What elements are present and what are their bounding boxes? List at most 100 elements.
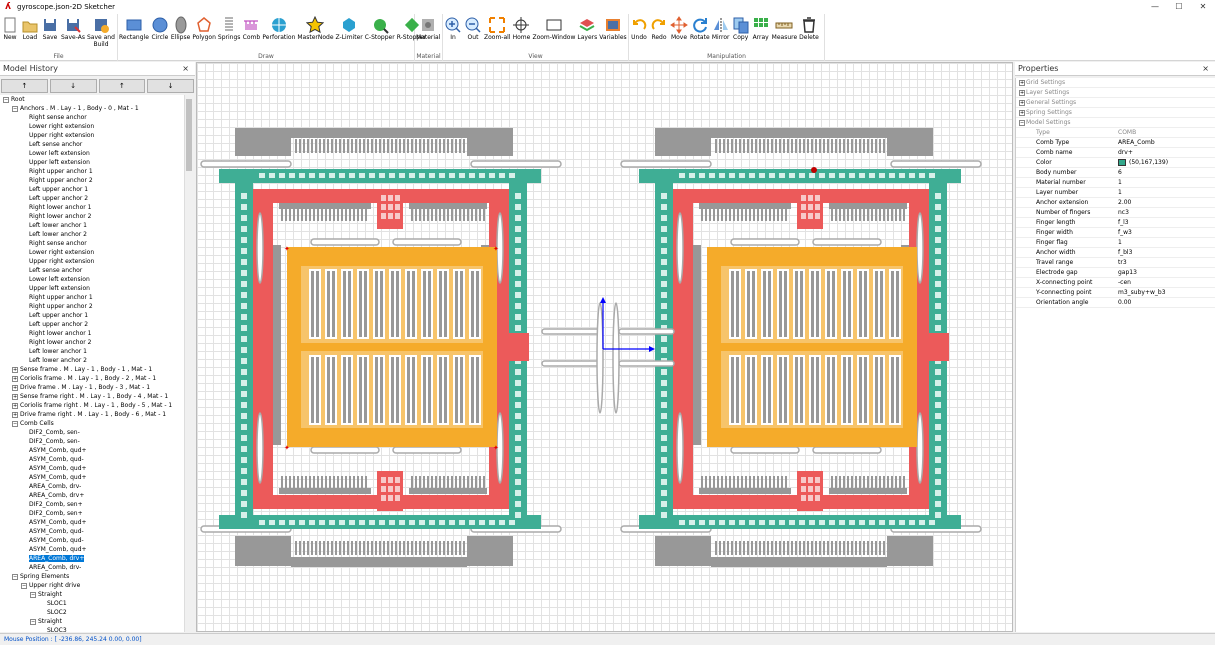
property-value[interactable]: 1 [1118,238,1122,248]
tree-item[interactable]: Left lower anchor 2 [29,356,87,365]
tree-item[interactable]: Right upper anchor 2 [29,176,93,185]
property-value[interactable]: f_l3 [1118,218,1129,228]
save-as-button[interactable]: Save-As [60,16,86,48]
ellipse-button[interactable]: Ellipse [170,16,191,41]
c-stopper-button[interactable]: C-Stopper [364,16,396,41]
tree-item[interactable]: Right lower anchor 1 [29,329,91,338]
tree-item[interactable]: Left lower anchor 1 [29,221,87,230]
tree-item[interactable]: Right upper anchor 1 [29,167,93,176]
property-value[interactable]: m3_suby+w_b3 [1118,288,1166,298]
rotate-button[interactable]: Rotate [689,16,711,41]
expand-icon[interactable]: + [12,375,18,382]
expand-icon[interactable]: + [1019,80,1025,86]
property-row[interactable]: Comb Type AREA_Comb [1016,138,1215,148]
tree-item[interactable]: Right sense anchor [29,239,87,248]
scrollbar-thumb[interactable] [186,99,192,171]
minimize-icon[interactable]: — [1143,0,1167,14]
property-value[interactable]: 6 [1118,168,1122,178]
property-value[interactable]: f_bl3 [1118,248,1132,258]
tree-item[interactable]: DIF2_Comb, sen- [29,437,80,446]
collapse-icon[interactable]: − [3,96,9,103]
tree-item[interactable]: ASYM_Comb, qud+ [29,464,87,473]
tree-item[interactable]: AREA_Comb, drv- [29,482,81,491]
tree-item[interactable]: + Coriolis frame right . M . Lay - 1 , Bo… [12,401,172,410]
move-up-button[interactable]: ↑ [98,79,146,93]
tree-item[interactable]: ASYM_Comb, qud+ [29,518,87,527]
expand-icon[interactable]: + [1019,100,1025,106]
property-row[interactable]: Travel range tr3 [1016,258,1215,268]
property-category[interactable]: + General Settings [1016,98,1215,108]
tree-item[interactable]: Upper left extension [29,284,90,293]
tree-item[interactable]: − Upper right drive [21,581,80,590]
in-button[interactable]: In [443,16,463,41]
tree-item[interactable]: AREA_Comb, drv+ [29,554,85,563]
property-value[interactable]: 0.00 [1118,298,1131,308]
property-value[interactable]: (50,167,139) [1118,158,1168,168]
property-category[interactable]: − Model Settings [1016,118,1215,128]
move-up-button[interactable]: ↑ [1,79,48,93]
tree-item[interactable]: + Sense frame . M . Lay - 1 , Body - 1 , … [12,365,152,374]
out-button[interactable]: Out [463,16,483,41]
expand-icon[interactable]: + [12,366,18,373]
tree-item[interactable]: + Sense frame right . M . Lay - 1 , Body … [12,392,168,401]
tree-item[interactable]: ASYM_Comb, qud- [29,455,84,464]
polygon-button[interactable]: Polygon [191,16,217,41]
property-category[interactable]: + Layer Settings [1016,88,1215,98]
tree-item[interactable]: ASYM_Comb, qud- [29,536,84,545]
tree-item[interactable]: Upper left extension [29,158,90,167]
collapse-icon[interactable]: − [12,420,18,427]
property-row[interactable]: Finger width f_w3 [1016,228,1215,238]
property-value[interactable]: COMB [1118,128,1136,138]
array-button[interactable]: Array [751,16,771,41]
save-and-build-button[interactable]: Save and Build [86,16,116,48]
close-icon[interactable]: × [1202,62,1209,76]
tree-item[interactable]: Lower left extension [29,275,90,284]
tree-item[interactable]: ASYM_Comb, qud+ [29,545,87,554]
tree-item[interactable]: − Straight [30,617,62,626]
tree-scrollbar[interactable] [184,95,193,632]
tree-item[interactable]: DIF2_Comb, sen- [29,428,80,437]
property-category[interactable]: + Grid Settings [1016,78,1215,88]
copy-button[interactable]: Copy [731,16,751,41]
tree-item[interactable]: Right lower anchor 2 [29,212,91,221]
collapse-icon[interactable]: − [30,618,36,625]
property-row[interactable]: X-connecting point -cen [1016,278,1215,288]
perforation-button[interactable]: Perforation [261,16,296,41]
tree-item[interactable]: Left lower anchor 2 [29,230,87,239]
drawing-canvas[interactable]: ✦ ✦ ✦ ✦ [196,62,1013,632]
expand-icon[interactable]: + [12,411,18,418]
expand-icon[interactable]: + [12,402,18,409]
property-row[interactable]: Layer number 1 [1016,188,1215,198]
home-button[interactable]: Home [511,16,531,41]
tree-item[interactable]: + Drive frame . M . Lay - 1 , Body - 3 , … [12,383,150,392]
tree-item[interactable]: SLOC2 [47,608,67,617]
tree-item[interactable]: ASYM_Comb, qud+ [29,473,87,482]
tree-item[interactable]: Lower right extension [29,248,94,257]
rectangle-button[interactable]: Rectangle [118,16,150,41]
tree-item[interactable]: Left lower anchor 1 [29,347,87,356]
zoom-all-button[interactable]: Zoom-all [483,16,511,41]
comb-button[interactable]: Comb [241,16,261,41]
property-value[interactable]: 2.00 [1118,198,1131,208]
tree-item[interactable]: Right sense anchor [29,113,87,122]
property-row[interactable]: Body number 6 [1016,168,1215,178]
tree-item[interactable]: SLOC3 [47,626,67,632]
property-row[interactable]: Number of fingers nc3 [1016,208,1215,218]
move-down-button[interactable]: ↓ [147,79,194,93]
tree-item[interactable]: − Anchors . M . Lay - 1 , Body - 0 , Mat … [12,104,139,113]
tree-item[interactable]: Right upper anchor 1 [29,293,93,302]
expand-icon[interactable]: + [1019,90,1025,96]
property-value[interactable]: AREA_Comb [1118,138,1155,148]
maximize-icon[interactable]: ☐ [1167,0,1191,14]
tree-item[interactable]: DIF2_Comb, sen+ [29,509,83,518]
measure-button[interactable]: Measure [771,16,799,41]
layers-button[interactable]: Layers [576,16,598,41]
circle-button[interactable]: Circle [150,16,170,41]
move-down-button[interactable]: ↓ [49,79,97,93]
expand-icon[interactable]: + [12,393,18,400]
tree-item[interactable]: Upper right extension [29,257,94,266]
property-row[interactable]: Electrode gap gap13 [1016,268,1215,278]
material-button[interactable]: Material [415,16,441,41]
property-row[interactable]: Finger flag 1 [1016,238,1215,248]
tree-item[interactable]: + Coriolis frame . M . Lay - 1 , Body - 2… [12,374,156,383]
